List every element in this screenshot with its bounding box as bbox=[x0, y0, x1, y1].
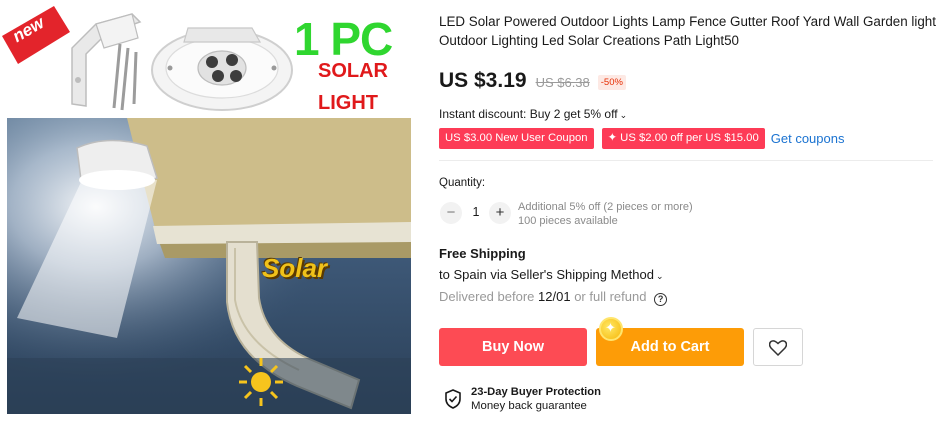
product-title: LED Solar Powered Outdoor Lights Lamp Fe… bbox=[439, 14, 936, 48]
chevron-down-icon: ⌄ bbox=[619, 110, 628, 120]
coupon-row: US $3.00 New User Coupon ✦ US $2.00 off … bbox=[439, 128, 844, 149]
original-price: US $6.38 bbox=[535, 75, 590, 90]
delivery-prefix: Delivered before bbox=[439, 289, 535, 304]
image-top-panel: new 1 PC SOLAR LIGHT bbox=[0, 0, 412, 118]
instant-discount-text: Instant discount: Buy 2 get 5% off bbox=[439, 107, 618, 121]
chevron-down-icon: ⌄ bbox=[655, 271, 664, 281]
delivery-suffix: or full refund bbox=[574, 289, 647, 304]
buyer-protection-title: 23-Day Buyer Protection bbox=[471, 386, 601, 398]
quantity-label: Quantity: bbox=[439, 177, 486, 189]
heart-icon bbox=[768, 340, 788, 357]
buyer-protection-subtitle: Money back guarantee bbox=[471, 400, 587, 412]
shipping-destination-text: to Spain via Seller's Shipping Method bbox=[439, 267, 654, 282]
get-coupons-link[interactable]: Get coupons bbox=[771, 131, 845, 146]
store-coupon-plus-icon: ✦ bbox=[607, 132, 621, 144]
shipping-title: Free Shipping bbox=[439, 246, 526, 261]
shipping-destination[interactable]: to Spain via Seller's Shipping Method ⌄ bbox=[439, 267, 664, 282]
coin-icon bbox=[599, 317, 623, 341]
product-details: LED Solar Powered Outdoor Lights Lamp Fe… bbox=[439, 0, 939, 424]
product-image[interactable]: new 1 PC SOLAR LIGHT Solar bbox=[0, 0, 412, 424]
instant-discount[interactable]: Instant discount: Buy 2 get 5% off ⌄ bbox=[439, 107, 627, 121]
store-coupon-label: US $2.00 off per US $15.00 bbox=[620, 132, 759, 144]
help-circle-icon[interactable]: ? bbox=[654, 293, 668, 306]
current-price: US $3.19 bbox=[439, 69, 527, 92]
bracket-illustration bbox=[71, 13, 142, 111]
quantity-decrease-button[interactable]: − bbox=[440, 202, 462, 224]
divider bbox=[439, 160, 933, 161]
price-row: US $3.19 US $6.38 -50% bbox=[439, 69, 626, 95]
lamp-illustration bbox=[151, 27, 293, 111]
image-headline: 1 PC bbox=[294, 13, 393, 65]
sun-icon bbox=[239, 358, 283, 406]
additional-discount-note: Additional 5% off (2 pieces or more) bbox=[518, 201, 693, 213]
shield-check-icon bbox=[445, 389, 461, 409]
new-user-coupon-label: US $3.00 New User Coupon bbox=[445, 132, 588, 144]
gutter-scene-illustration bbox=[7, 118, 411, 414]
image-line-solar: SOLAR bbox=[318, 60, 388, 82]
image-line-light: LIGHT bbox=[318, 92, 378, 114]
wishlist-button[interactable] bbox=[753, 328, 803, 366]
new-user-coupon[interactable]: US $3.00 New User Coupon bbox=[439, 128, 594, 149]
delivery-date: 12/01 bbox=[538, 289, 571, 304]
delivery-estimate: Delivered before 12/01 or full refund ? bbox=[439, 289, 668, 306]
buy-now-button[interactable]: Buy Now bbox=[439, 328, 587, 366]
quantity-increase-button[interactable]: + bbox=[489, 202, 511, 224]
discount-badge: -50% bbox=[597, 75, 626, 90]
store-coupon[interactable]: ✦ US $2.00 off per US $15.00 bbox=[601, 128, 765, 149]
quantity-value[interactable]: 1 bbox=[466, 205, 486, 219]
product-photo bbox=[7, 118, 411, 414]
solar-logo-text: Solar bbox=[262, 253, 328, 283]
pieces-available: 100 pieces available bbox=[518, 215, 618, 227]
